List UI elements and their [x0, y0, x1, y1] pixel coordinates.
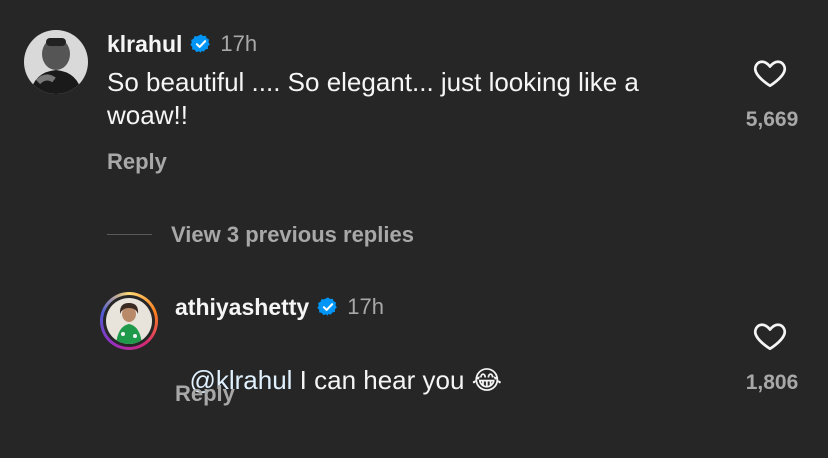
- verified-badge-icon: [317, 297, 338, 316]
- comment-1-text: So beautiful .... So elegant... just loo…: [107, 67, 639, 130]
- avatar-image: [106, 298, 152, 344]
- like-count: 5,669: [745, 108, 799, 131]
- heart-icon: [753, 323, 787, 351]
- timestamp: 17h: [220, 31, 258, 56]
- reply-button[interactable]: Reply: [175, 381, 235, 407]
- avatar-image: [24, 30, 88, 94]
- avatar-athiyashetty[interactable]: [100, 292, 158, 350]
- avatar-klrahul[interactable]: [24, 30, 88, 94]
- comment-2-header: athiyashetty 17h: [175, 293, 384, 321]
- reply-button[interactable]: Reply: [107, 149, 167, 175]
- comment-1-header: klrahul 17h: [107, 30, 257, 58]
- heart-icon: [753, 60, 787, 88]
- verified-badge-icon: [190, 34, 211, 53]
- replies-divider: [107, 234, 152, 235]
- timestamp: 17h: [347, 294, 384, 319]
- like-button[interactable]: [752, 318, 788, 359]
- laughing-emoji: 😂: [471, 365, 503, 395]
- comment-text: I can hear you: [292, 365, 472, 395]
- like-count: 1,806: [745, 371, 799, 394]
- view-previous-replies-button[interactable]: View 3 previous replies: [171, 222, 414, 248]
- like-button[interactable]: [752, 55, 788, 96]
- username[interactable]: athiyashetty: [175, 294, 309, 321]
- username[interactable]: klrahul: [107, 31, 182, 58]
